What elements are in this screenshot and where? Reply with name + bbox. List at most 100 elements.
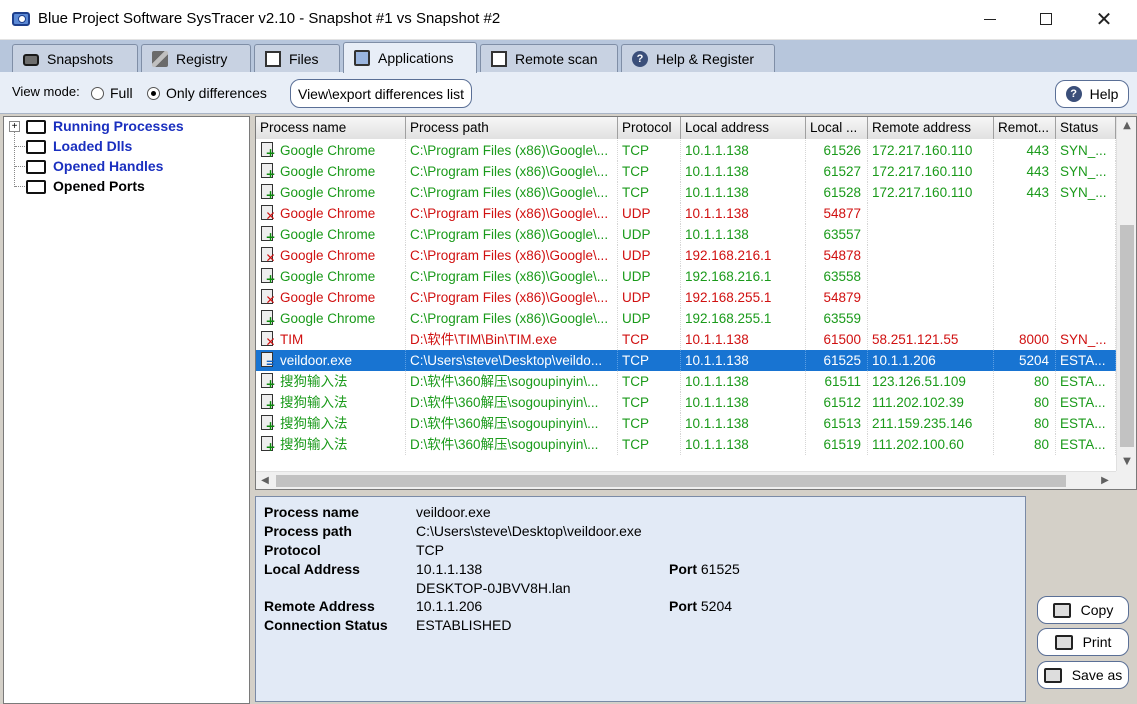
- column-header-local-port[interactable]: Local ...: [806, 117, 868, 139]
- cell-remote-port: 80: [994, 434, 1056, 455]
- table-row[interactable]: Google Chrome C:\Program Files (x86)\Goog…: [256, 182, 1116, 203]
- table-row[interactable]: Google Chrome C:\Program Files (x86)\Goog…: [256, 203, 1116, 224]
- table-row[interactable]: Google Chrome C:\Program Files (x86)\Goog…: [256, 161, 1116, 182]
- save-as-button[interactable]: Save as: [1037, 661, 1129, 689]
- column-header-protocol[interactable]: Protocol: [618, 117, 681, 139]
- table-row[interactable]: 搜狗输入法 D:\软件\360解压\sogoupinyin\... TCP 10.1.…: [256, 392, 1116, 413]
- table-row[interactable]: Google Chrome C:\Program Files (x86)\Goog…: [256, 308, 1116, 329]
- table-row[interactable]: Google Chrome C:\Program Files (x86)\Goog…: [256, 287, 1116, 308]
- tab-bar: Snapshots Registry Files Applications Re…: [0, 40, 1137, 73]
- table-row[interactable]: Google Chrome C:\Program Files (x86)\Goog…: [256, 245, 1116, 266]
- table-row[interactable]: Google Chrome C:\Program Files (x86)\Goog…: [256, 140, 1116, 161]
- help-button[interactable]: ? Help: [1055, 80, 1129, 108]
- view-mode-full-radio[interactable]: Full: [91, 85, 133, 101]
- column-header-remote-port[interactable]: Remot...: [994, 117, 1056, 139]
- radio-label: Only differences: [166, 85, 267, 101]
- cell-path: C:\Program Files (x86)\Google\...: [406, 140, 618, 161]
- cell-protocol: TCP: [618, 161, 681, 182]
- cell-remote-port: [994, 224, 1056, 245]
- detail-label-local-address: Local Address: [264, 561, 360, 577]
- horizontal-scrollbar[interactable]: ◀ ▶: [256, 471, 1116, 489]
- table-row[interactable]: 搜狗输入法 D:\软件\360解压\sogoupinyin\... TCP 10.1.…: [256, 413, 1116, 434]
- removed-app-icon: ✕: [260, 205, 276, 222]
- column-header-remote-address[interactable]: Remote address: [868, 117, 994, 139]
- cell-status: SYN_...: [1056, 329, 1116, 350]
- added-app-icon: +: [260, 184, 276, 201]
- cell-path: D:\软件\360解压\sogoupinyin\...: [406, 392, 618, 413]
- table-row[interactable]: TIM D:\软件\TIM\Bin\TIM.exe TCP 10.1.1.138 615…: [256, 329, 1116, 350]
- scrollbar-thumb[interactable]: [276, 475, 1066, 487]
- button-label: Print: [1082, 634, 1112, 650]
- copy-button[interactable]: Copy: [1037, 596, 1129, 624]
- table-row[interactable]: Google Chrome C:\Program Files (x86)\Goog…: [256, 224, 1116, 245]
- minimize-icon: [984, 18, 996, 20]
- print-button[interactable]: Print: [1037, 628, 1129, 656]
- tab-snapshots[interactable]: Snapshots: [12, 44, 138, 72]
- cell-protocol: UDP: [618, 266, 681, 287]
- table-row[interactable]: Google Chrome C:\Program Files (x86)\Goog…: [256, 266, 1116, 287]
- expand-icon[interactable]: +: [9, 121, 20, 132]
- cell-remote-address: [868, 203, 994, 224]
- tab-remote-scan[interactable]: Remote scan: [480, 44, 618, 72]
- tree-item-loaded-dlls[interactable]: Loaded Dlls: [4, 137, 249, 157]
- scroll-right-icon[interactable]: ▶: [1096, 472, 1114, 489]
- minimize-button[interactable]: [963, 0, 1017, 38]
- cell-remote-port: [994, 287, 1056, 308]
- column-header-process-path[interactable]: Process path: [406, 117, 618, 139]
- close-button[interactable]: ✕: [1077, 0, 1131, 38]
- column-header-status[interactable]: Status: [1056, 117, 1116, 139]
- tab-applications[interactable]: Applications: [343, 42, 477, 73]
- cell-remote-port: 5204: [994, 350, 1056, 371]
- scroll-left-icon[interactable]: ◀: [256, 472, 274, 489]
- printer-icon: [1054, 634, 1073, 650]
- maximize-button[interactable]: [1019, 0, 1073, 38]
- cell-remote-address: [868, 224, 994, 245]
- cell-local-address: 10.1.1.138: [681, 413, 806, 434]
- scroll-up-icon[interactable]: ▲: [1117, 117, 1136, 135]
- detail-value-remote-port: 5204: [700, 598, 733, 614]
- tab-files[interactable]: Files: [254, 44, 340, 72]
- cell-path: C:\Program Files (x86)\Google\...: [406, 287, 618, 308]
- cell-status: [1056, 203, 1116, 224]
- cell-path: C:\Program Files (x86)\Google\...: [406, 182, 618, 203]
- cell-protocol: UDP: [618, 224, 681, 245]
- view-mode-only-differences-radio[interactable]: Only differences: [147, 85, 267, 101]
- cell-remote-address: 211.159.235.146: [868, 413, 994, 434]
- camera-icon: [23, 53, 39, 66]
- camera-app-icon: [12, 12, 30, 26]
- applications-icon: [354, 50, 370, 66]
- category-tree: + Running Processes Loaded Dlls Opened H…: [3, 116, 250, 704]
- added-app-icon: +: [260, 310, 276, 327]
- column-header-local-address[interactable]: Local address: [681, 117, 806, 139]
- cell-path: C:\Program Files (x86)\Google\...: [406, 245, 618, 266]
- cell-path: C:\Program Files (x86)\Google\...: [406, 224, 618, 245]
- scrollbar-thumb[interactable]: [1120, 225, 1134, 447]
- cell-remote-address: [868, 245, 994, 266]
- cell-remote-address: 172.217.160.110: [868, 161, 994, 182]
- files-icon: [265, 50, 281, 67]
- cell-path: D:\软件\TIM\Bin\TIM.exe: [406, 329, 618, 350]
- tab-help-register[interactable]: ? Help & Register: [621, 44, 775, 72]
- export-differences-button[interactable]: View\export differences list: [290, 79, 472, 108]
- status-badge-icon: +: [265, 440, 276, 454]
- tree-item-opened-handles[interactable]: Opened Handles: [4, 157, 249, 177]
- cell-status: SYN_...: [1056, 182, 1116, 203]
- scroll-down-icon[interactable]: ▼: [1117, 453, 1136, 471]
- cell-protocol: TCP: [618, 434, 681, 455]
- detail-remote-port: Port 5204: [669, 598, 732, 614]
- help-icon: ?: [1065, 86, 1082, 102]
- table-row[interactable]: veildoor.exe C:\Users\steve\Desktop\veild…: [256, 350, 1116, 371]
- help-icon: ?: [632, 50, 648, 67]
- status-badge-icon: +: [265, 146, 276, 160]
- table-row[interactable]: 搜狗输入法 D:\软件\360解压\sogoupinyin\... TCP 10.1.…: [256, 371, 1116, 392]
- cell-remote-address: 172.217.160.110: [868, 140, 994, 161]
- status-badge-icon: +: [265, 188, 276, 202]
- tab-registry[interactable]: Registry: [141, 44, 251, 72]
- column-header-process-name[interactable]: Process name: [256, 117, 406, 139]
- button-label: Copy: [1080, 602, 1114, 618]
- folder-icon: [26, 160, 46, 174]
- table-row[interactable]: 搜狗输入法 D:\软件\360解压\sogoupinyin\... TCP 10.1.…: [256, 434, 1116, 455]
- tree-item-opened-ports[interactable]: Opened Ports: [4, 177, 249, 197]
- tree-item-running-processes[interactable]: + Running Processes: [4, 117, 249, 137]
- vertical-scrollbar[interactable]: ▲ ▼: [1116, 117, 1136, 471]
